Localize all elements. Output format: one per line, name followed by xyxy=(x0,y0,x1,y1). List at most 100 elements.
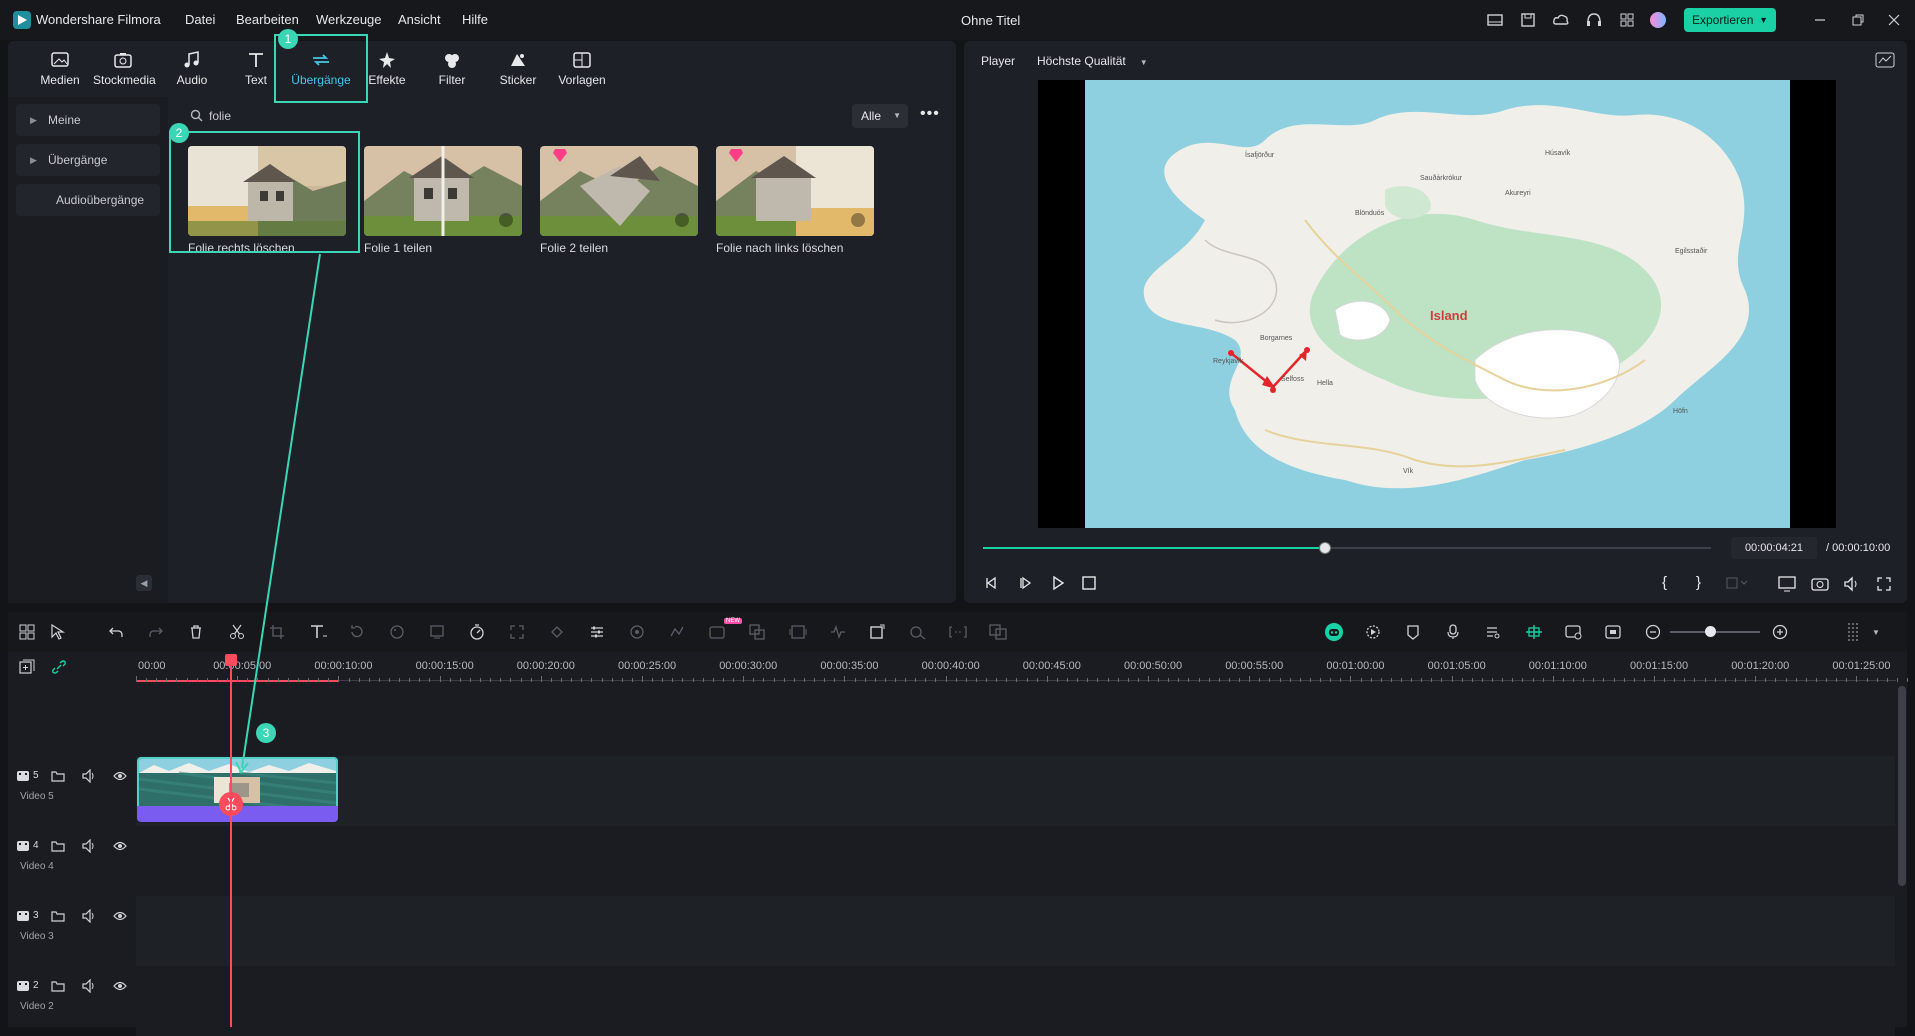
track-row-video-2[interactable] xyxy=(136,966,1895,1036)
speaker-icon[interactable] xyxy=(82,909,96,923)
eye-icon[interactable] xyxy=(113,910,127,922)
restore-icon[interactable] xyxy=(1848,10,1868,30)
playback-progress-handle[interactable] xyxy=(1319,542,1331,554)
menu-werkzeuge[interactable]: Werkzeuge xyxy=(316,12,382,27)
layout-icon[interactable] xyxy=(1485,10,1505,30)
eye-icon[interactable] xyxy=(113,770,127,782)
stabilize-icon[interactable] xyxy=(629,624,645,640)
zoom-out-icon[interactable] xyxy=(1645,624,1661,640)
audio-stretch-icon[interactable] xyxy=(829,624,847,640)
search-input[interactable]: folie xyxy=(209,109,231,123)
mask-icon[interactable] xyxy=(549,624,565,640)
export-button[interactable]: Exportieren ▼ xyxy=(1684,8,1776,32)
redo-icon[interactable] xyxy=(148,624,164,640)
tab-filter[interactable]: Filter xyxy=(422,41,482,97)
sidebar-item-meine[interactable]: ▶ Meine xyxy=(16,104,160,136)
menu-bearbeiten[interactable]: Bearbeiten xyxy=(236,12,299,27)
track-row-video-3[interactable] xyxy=(136,896,1895,966)
search-bar[interactable] xyxy=(168,97,956,135)
close-icon[interactable] xyxy=(1884,10,1904,30)
split-scissors-icon[interactable] xyxy=(229,624,245,640)
translate-icon[interactable] xyxy=(989,624,1007,640)
ai-caption-icon[interactable] xyxy=(709,624,727,640)
zoom-in-icon[interactable] xyxy=(1772,624,1788,640)
audio-ducking-icon[interactable] xyxy=(669,624,685,640)
filter-dropdown[interactable]: Alle ▼ xyxy=(852,104,908,128)
speaker-icon[interactable] xyxy=(82,769,96,783)
delete-icon[interactable] xyxy=(188,624,204,640)
insert-icon[interactable] xyxy=(1726,576,1750,590)
speaker-icon[interactable] xyxy=(82,839,96,853)
scene-detect-icon[interactable] xyxy=(749,624,765,640)
tab-audio[interactable]: Audio xyxy=(162,41,222,97)
smart-cutout-icon[interactable] xyxy=(909,624,927,640)
transition-thumb-folie-1-teilen[interactable] xyxy=(364,146,522,236)
undo-icon[interactable] xyxy=(108,624,124,640)
tab-stockmedia[interactable]: Stockmedia xyxy=(93,41,156,97)
snap-icon[interactable] xyxy=(1525,624,1543,640)
play-icon[interactable] xyxy=(1050,575,1066,591)
stop-icon[interactable] xyxy=(1082,576,1096,590)
rotate-icon[interactable] xyxy=(349,624,365,640)
link-icon[interactable] xyxy=(51,659,67,675)
speed-icon[interactable] xyxy=(469,624,485,640)
menu-ansicht[interactable]: Ansicht xyxy=(398,12,441,27)
fit-icon[interactable] xyxy=(509,624,525,640)
group-icon[interactable] xyxy=(949,624,967,640)
fullscreen-icon[interactable] xyxy=(1876,576,1892,592)
next-frame-icon[interactable] xyxy=(1018,575,1034,591)
timeline-scrollbar[interactable] xyxy=(1898,686,1906,886)
waveform-monitor-icon[interactable] xyxy=(1875,52,1895,68)
display-icon[interactable] xyxy=(1778,576,1796,592)
adjust-icon[interactable] xyxy=(589,624,605,640)
render-preview-icon[interactable] xyxy=(1365,624,1381,640)
current-time[interactable]: 00:00:04:21 xyxy=(1731,537,1817,559)
track-row-video-4[interactable] xyxy=(136,826,1895,896)
color-icon[interactable] xyxy=(389,624,405,640)
more-options-icon[interactable]: ••• xyxy=(920,106,940,122)
freeze-frame-icon[interactable] xyxy=(789,624,807,640)
tab-sticker[interactable]: Sticker xyxy=(488,41,548,97)
volume-icon[interactable] xyxy=(1843,576,1861,592)
more-settings-icon[interactable] xyxy=(1846,622,1860,642)
crop-zoom-icon[interactable] xyxy=(869,624,885,640)
track-row-video-5[interactable] xyxy=(136,756,1895,826)
cloud-icon[interactable] xyxy=(1551,10,1571,30)
minimize-icon[interactable] xyxy=(1810,10,1830,30)
zoom-slider-handle[interactable] xyxy=(1705,626,1716,637)
tab-medien[interactable]: Medien xyxy=(30,41,90,97)
mark-out-icon[interactable]: } xyxy=(1696,574,1701,591)
apps-grid-icon[interactable] xyxy=(1617,10,1637,30)
headset-icon[interactable] xyxy=(1584,10,1604,30)
playhead-handle[interactable] xyxy=(225,654,237,666)
collapse-sidebar-button[interactable]: ◀ xyxy=(136,575,152,591)
lock-folder-icon[interactable] xyxy=(51,839,65,853)
chevron-down-icon[interactable]: ▼ xyxy=(1872,628,1880,637)
menu-datei[interactable]: Datei xyxy=(185,12,215,27)
lock-folder-icon[interactable] xyxy=(51,769,65,783)
text-tool-icon[interactable] xyxy=(309,624,329,640)
sidebar-item-uebergaenge[interactable]: ▶ Übergänge xyxy=(16,144,160,176)
ai-assistant-icon[interactable] xyxy=(1324,622,1344,642)
motion-tracking-icon[interactable] xyxy=(429,624,445,640)
save-icon[interactable] xyxy=(1518,10,1538,30)
crop-icon[interactable] xyxy=(269,624,285,640)
lock-folder-icon[interactable] xyxy=(51,979,65,993)
eye-icon[interactable] xyxy=(113,980,127,992)
speaker-icon[interactable] xyxy=(82,979,96,993)
eye-icon[interactable] xyxy=(113,840,127,852)
quality-dropdown[interactable]: Höchste Qualität ▼ xyxy=(1037,54,1148,68)
mark-in-icon[interactable]: { xyxy=(1662,574,1667,591)
lock-folder-icon[interactable] xyxy=(51,909,65,923)
audio-mixer-icon[interactable] xyxy=(1485,624,1501,640)
pip-icon[interactable] xyxy=(1565,624,1583,640)
add-track-icon[interactable] xyxy=(19,659,35,675)
playhead[interactable] xyxy=(230,660,232,1027)
tab-vorlagen[interactable]: Vorlagen xyxy=(552,41,612,97)
menu-hilfe[interactable]: Hilfe xyxy=(462,12,488,27)
sidebar-item-audiouebergaenge[interactable]: Audioübergänge xyxy=(16,184,160,216)
avatar[interactable] xyxy=(1648,10,1668,30)
previous-frame-icon[interactable] xyxy=(984,575,1000,591)
select-tool-icon[interactable] xyxy=(50,624,68,640)
layout-grid-icon[interactable] xyxy=(19,624,35,640)
